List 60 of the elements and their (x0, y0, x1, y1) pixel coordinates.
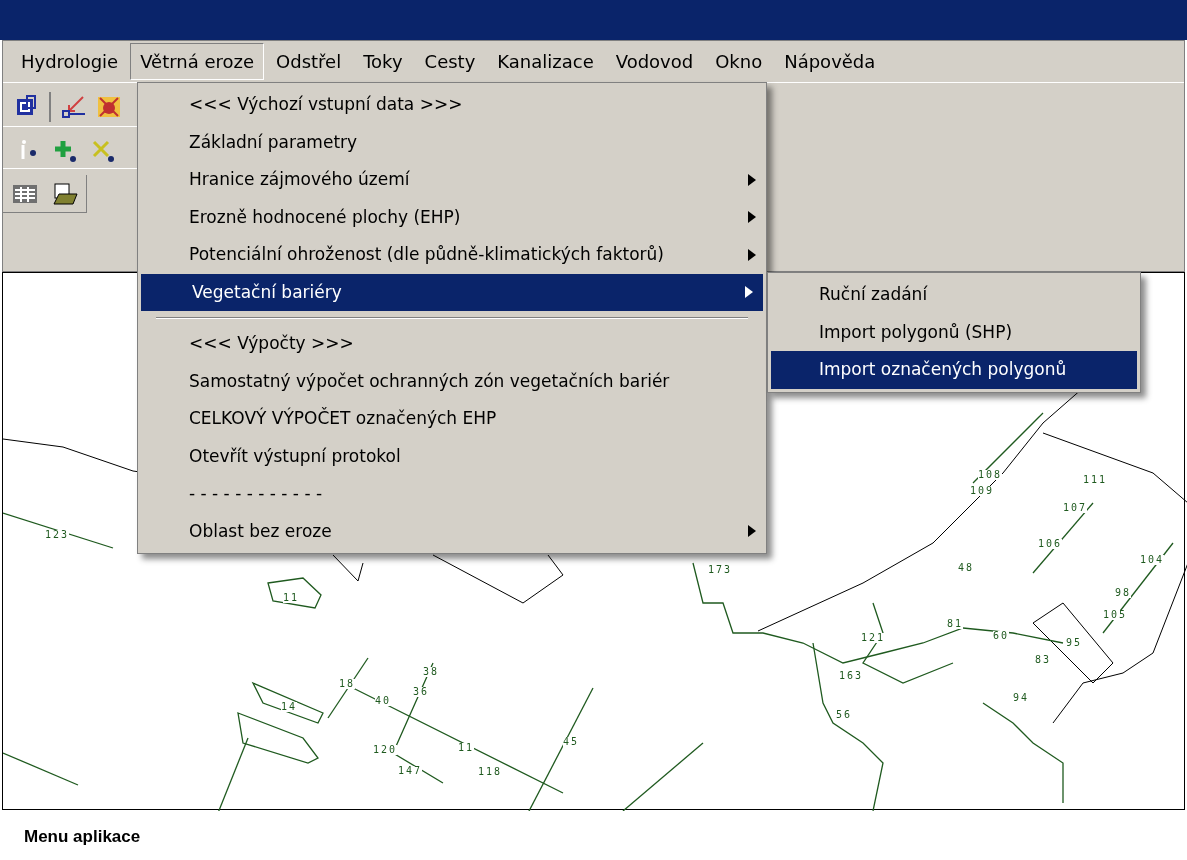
map-label: 108 (978, 470, 1003, 480)
map-label: 147 (398, 766, 423, 776)
map-label: 120 (373, 745, 398, 755)
map-label: 98 (1115, 588, 1132, 598)
submenu-arrow-icon (748, 525, 756, 538)
submenu-arrow-icon (745, 286, 753, 299)
map-label: 40 (375, 696, 392, 706)
menu-item[interactable]: Ruční zadání (771, 276, 1137, 314)
caption: Menu aplikace (24, 827, 141, 846)
menu-item[interactable]: CELKOVÝ VÝPOČET označených EHP (138, 400, 766, 438)
menu-bar-item[interactable]: Hydrologie (11, 43, 129, 80)
map-label: 107 (1063, 503, 1088, 513)
map-label: 60 (993, 631, 1010, 641)
menu-bar-item[interactable]: Kanalizace (487, 43, 604, 80)
menu-item[interactable]: Samostatný výpočet ochranných zón vegetačních bariér (138, 362, 766, 400)
submenu-arrow-icon (748, 211, 756, 224)
map-label: 94 (1013, 693, 1030, 703)
map-label: 36 (413, 687, 430, 697)
map-label: 105 (1103, 610, 1128, 620)
menu-item[interactable]: Vegetační bariéry (141, 273, 763, 311)
map-label: 48 (958, 563, 975, 573)
menu-bar-item[interactable]: Toky (353, 43, 413, 80)
menu-bar-item[interactable]: Odstřel (266, 43, 352, 80)
map-label: 14 (281, 702, 298, 712)
map-label: 38 (423, 667, 440, 677)
map-label: 123 (45, 530, 70, 540)
menu-item[interactable]: <<< Výpočty >>> (138, 325, 766, 363)
map-label: 118 (478, 767, 503, 777)
menu-item[interactable]: Potenciální ohroženost (dle půdně-klimatických faktorů) (138, 236, 766, 274)
map-label: 45 (563, 737, 580, 747)
menu-item[interactable]: Import polygonů (SHP) (771, 313, 1137, 351)
map-label: 83 (1035, 655, 1052, 665)
map-label: 173 (708, 565, 733, 575)
menu-bar-item[interactable]: Nápověda (774, 43, 886, 80)
map-label: 56 (836, 710, 853, 720)
menu-bar-item[interactable]: Větrná eroze (130, 43, 265, 80)
menu-item[interactable]: Import označených polygonů (771, 351, 1137, 389)
submenu-arrow-icon (748, 173, 756, 186)
menu-bar-item[interactable]: Okno (705, 43, 773, 80)
menu-item[interactable]: Erozně hodnocené plochy (EHP) (138, 198, 766, 236)
map-label: 11 (458, 743, 475, 753)
map-label: 163 (839, 671, 864, 681)
menu-bar-item[interactable]: Cesty (414, 43, 486, 80)
submenu-arrow-icon (748, 248, 756, 261)
menu-item[interactable]: Otevřít výstupní protokol (138, 437, 766, 475)
map-label: 109 (970, 486, 995, 496)
map-label: 111 (1083, 475, 1108, 485)
map-label: 18 (339, 679, 356, 689)
map-label: 106 (1038, 539, 1063, 549)
map-label: 121 (861, 633, 886, 643)
menu-item[interactable]: Hranice zájmového území (138, 161, 766, 199)
map-label: 95 (1066, 638, 1083, 648)
map-label: 11 (283, 593, 300, 603)
menu-item[interactable]: - - - - - - - - - - - - (138, 475, 766, 513)
menu-item[interactable]: Základní parametry (138, 123, 766, 161)
menu-bar-item[interactable]: Vodovod (605, 43, 704, 80)
menu-item[interactable]: Oblast bez eroze (138, 512, 766, 550)
map-label: 81 (947, 619, 964, 629)
menu-item[interactable]: <<< Výchozí vstupní data >>> (138, 86, 766, 124)
map-label: 104 (1140, 555, 1165, 565)
